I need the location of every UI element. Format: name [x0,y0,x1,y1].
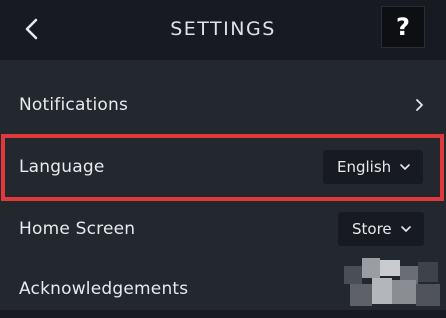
settings-row-language: Language English [0,136,446,198]
acknowledgements-label: Acknowledgements [19,279,189,299]
help-button[interactable]: ? [381,6,425,48]
chevron-down-icon [400,226,411,232]
language-label: Language [19,157,105,177]
settings-row-home-screen: Home Screen Store [0,198,446,260]
home-screen-label: Home Screen [19,219,136,239]
notifications-label: Notifications [19,95,128,115]
chevron-right-icon [416,99,423,111]
watermark [340,258,446,310]
page-title: SETTINGS [170,18,276,40]
settings-row-notifications[interactable]: Notifications [0,74,446,136]
header-bar: SETTINGS ? [0,0,446,60]
language-dropdown-value: English [337,158,392,176]
language-dropdown[interactable]: English [323,150,424,184]
home-screen-dropdown-value: Store [352,220,392,238]
chevron-down-icon [400,164,410,170]
home-screen-dropdown[interactable]: Store [338,212,424,246]
